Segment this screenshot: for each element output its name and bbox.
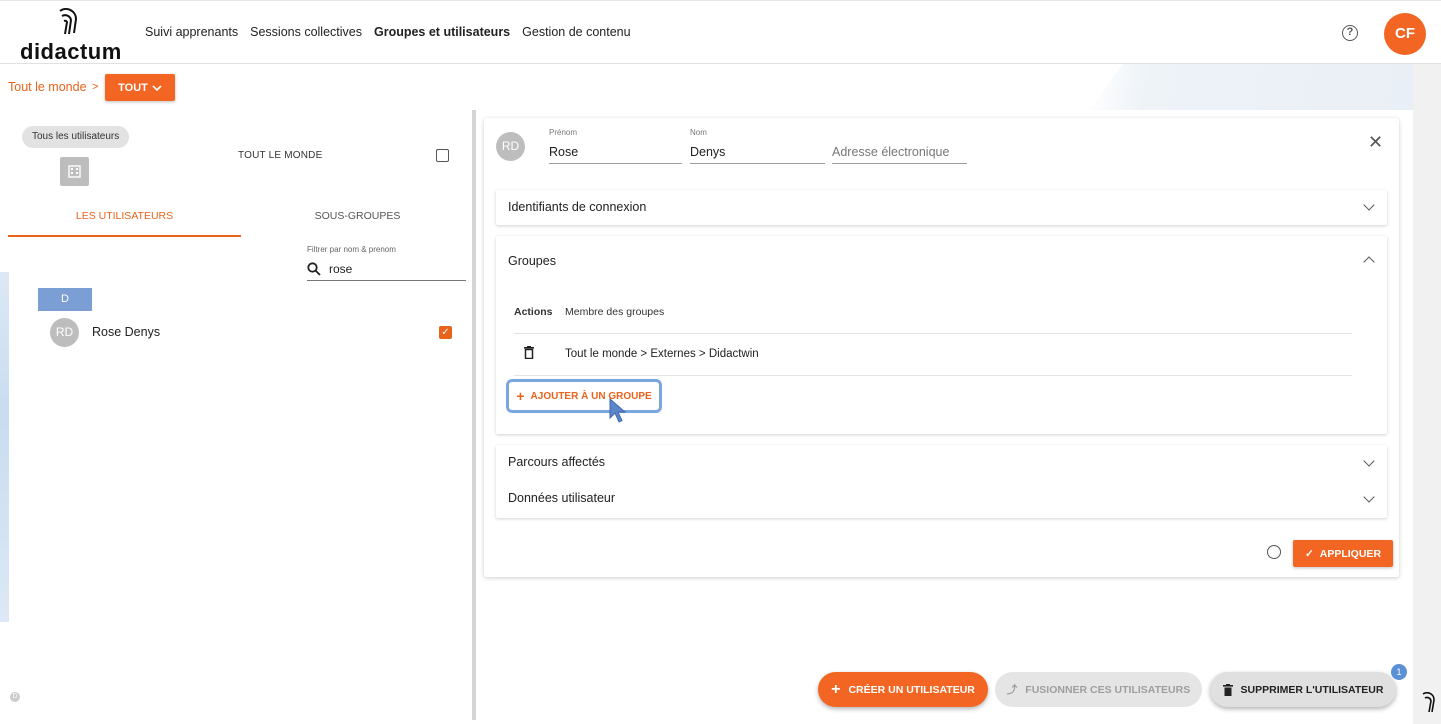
top-bar: didactum Suivi apprenants Sessions colle…	[0, 0, 1441, 64]
prenom-input[interactable]: Rose	[549, 140, 682, 164]
filter-label: Filtrer par nom & prenom	[307, 245, 396, 254]
users-panel: Tous les utilisateurs TOUT LE MONDE LES …	[0, 110, 472, 724]
chevron-up-icon[interactable]	[1363, 256, 1375, 268]
fingerprint-icon	[59, 8, 78, 35]
fingerprint-icon	[1422, 692, 1435, 713]
delete-user-button[interactable]: SUPPRIMER L'UTILISATEUR	[1210, 672, 1396, 707]
main-nav: Suivi apprenants Sessions collectives Gr…	[145, 25, 631, 39]
tab-subgroups[interactable]: SOUS-GROUPES	[241, 210, 474, 222]
trash-icon	[1222, 683, 1233, 696]
panel-divider[interactable]	[472, 110, 476, 720]
everyone-label: TOUT LE MONDE	[238, 150, 323, 161]
chevron-down-icon[interactable]	[1363, 491, 1375, 503]
row-divider	[514, 333, 1352, 334]
scrollbar[interactable]	[1413, 64, 1441, 724]
plus-icon: +	[516, 388, 525, 404]
merge-users-label: FUSIONNER CES UTILISATEURS	[1025, 683, 1191, 696]
chevron-down-icon	[152, 84, 162, 91]
delete-user-label: SUPPRIMER L'UTILISATEUR	[1240, 683, 1384, 696]
scope-dropdown-label: TOUT	[118, 81, 148, 94]
background-accent	[1090, 64, 1415, 110]
login-section[interactable]: Identifiants de connexion	[496, 190, 1387, 225]
chevron-down-icon[interactable]	[1363, 455, 1375, 467]
prenom-label: Prénom	[549, 128, 578, 137]
avatar: RD	[496, 132, 525, 161]
breadcrumb-root[interactable]: Tout le monde	[8, 80, 87, 94]
scope-dropdown[interactable]: TOUT	[105, 74, 175, 101]
create-user-label: CRÉER UN UTILISATEUR	[848, 683, 975, 696]
userdata-section-title[interactable]: Données utilisateur	[508, 491, 615, 505]
user-details-card: RD Prénom Rose Nom Denys Adresse électro…	[484, 118, 1399, 577]
table-header-groups: Membre des groupes	[565, 306, 665, 318]
avatar: RD	[50, 318, 79, 347]
footer-initial: D	[10, 692, 20, 702]
search-value: rose	[329, 262, 353, 276]
paths-section-title[interactable]: Parcours affectés	[508, 455, 605, 469]
search-input[interactable]: rose	[307, 258, 466, 281]
table-header-actions: Actions	[514, 306, 553, 318]
email-input[interactable]: Adresse électronique	[832, 140, 967, 164]
tab-users[interactable]: LES UTILISATEURS	[8, 210, 241, 237]
logo-text: didactum	[20, 39, 122, 64]
row-divider	[514, 375, 1352, 376]
nav-suivi-apprenants[interactable]: Suivi apprenants	[145, 25, 238, 39]
nav-gestion-contenu[interactable]: Gestion de contenu	[522, 25, 630, 39]
plus-icon: +	[831, 680, 841, 698]
list-item[interactable]: Rose Denys	[92, 325, 160, 339]
nom-label: Nom	[690, 128, 707, 137]
everyone-checkbox[interactable]	[436, 149, 449, 162]
mouse-cursor-icon	[609, 398, 627, 423]
prenom-field[interactable]: Prénom Rose	[549, 128, 682, 164]
merge-icon: ⤴	[1006, 684, 1018, 696]
chevron-down-icon[interactable]	[1363, 199, 1375, 211]
groups-section: Groupes Actions Membre des groupes Tout …	[496, 236, 1387, 434]
apply-button[interactable]: ✓ APPLIQUER	[1293, 540, 1393, 567]
create-user-button[interactable]: + CRÉER UN UTILISATEUR	[818, 672, 988, 707]
building-icon[interactable]	[60, 157, 89, 186]
breadcrumb-separator: >	[92, 81, 99, 93]
all-users-chip[interactable]: Tous les utilisateurs	[22, 126, 130, 148]
nom-field[interactable]: Nom Denys	[690, 128, 825, 164]
user-checkbox[interactable]: ✓	[439, 326, 452, 339]
nav-sessions-collectives[interactable]: Sessions collectives	[250, 25, 362, 39]
paths-and-data-section: Parcours affectés Données utilisateur	[496, 445, 1387, 518]
login-section-title: Identifiants de connexion	[508, 200, 647, 214]
search-icon	[307, 262, 321, 276]
history-icon[interactable]	[1267, 545, 1281, 559]
notification-badge[interactable]: 1	[1391, 664, 1407, 680]
nav-groupes-utilisateurs[interactable]: Groupes et utilisateurs	[374, 25, 510, 39]
apply-label: APPLIQUER	[1319, 547, 1382, 560]
add-to-group-button[interactable]: + AJOUTER À UN GROUPE	[506, 379, 662, 413]
user-avatar[interactable]: CF	[1384, 13, 1426, 55]
letter-group-header: D	[38, 288, 92, 311]
trash-icon[interactable]	[524, 346, 534, 359]
email-field[interactable]: Adresse électronique	[832, 128, 967, 164]
nom-input[interactable]: Denys	[690, 140, 825, 164]
didactum-logo[interactable]: didactum	[20, 7, 130, 64]
add-to-group-label: AJOUTER À UN GROUPE	[530, 390, 652, 402]
merge-users-button[interactable]: ⤴ FUSIONNER CES UTILISATEURS	[995, 672, 1202, 707]
alphabet-scroll-strip[interactable]	[0, 272, 9, 622]
check-icon: ✓	[1304, 547, 1314, 560]
groups-section-title: Groupes	[508, 254, 556, 268]
table-row: Tout le monde > Externes > Didactwin	[565, 348, 759, 360]
close-icon[interactable]: ✕	[1368, 132, 1383, 153]
help-icon[interactable]: ?	[1342, 25, 1358, 41]
